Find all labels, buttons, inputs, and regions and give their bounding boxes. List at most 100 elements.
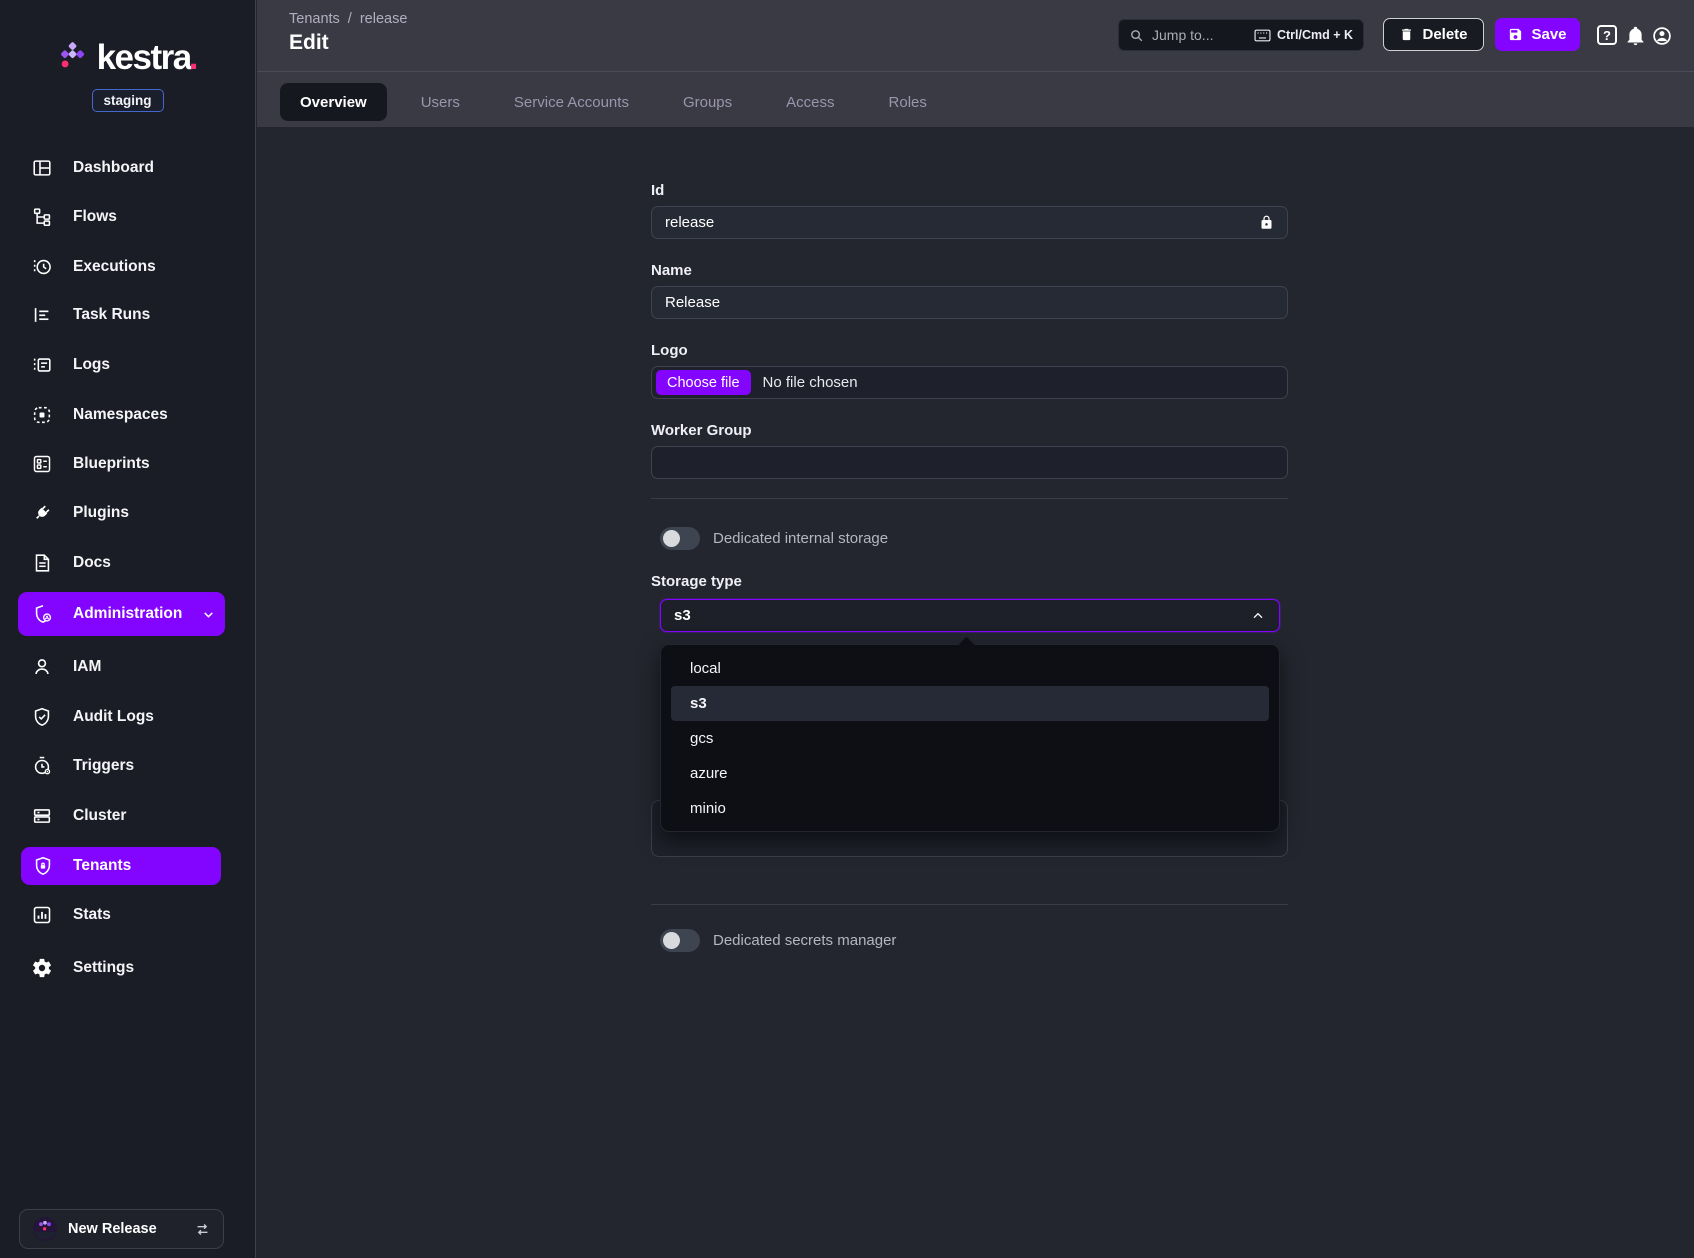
docs-icon (31, 552, 53, 574)
search-icon (1129, 28, 1144, 43)
dropdown-option-minio[interactable]: minio (671, 791, 1269, 826)
logo-label: Logo (651, 342, 688, 359)
sidebar-item-label: Audit Logs (73, 708, 154, 726)
kestra-logo[interactable]: kestra. (0, 38, 256, 78)
sidebar-item-administration[interactable]: Administration (18, 592, 225, 636)
account-icon[interactable] (1651, 25, 1673, 47)
page-title: Edit (289, 31, 329, 55)
breadcrumb-tenants[interactable]: Tenants (289, 11, 340, 27)
tab-groups[interactable]: Groups (663, 83, 752, 121)
sidebar-item-label: Administration (73, 605, 182, 623)
sidebar-item-settings[interactable]: Settings (0, 944, 256, 992)
storage-type-dropdown: local s3 gcs azure minio (660, 644, 1280, 832)
chevron-up-icon (1250, 608, 1266, 624)
sidebar-item-label: Stats (73, 906, 111, 924)
tenant-avatar (32, 1216, 58, 1242)
keyboard-icon (1254, 29, 1271, 42)
secrets-manager-toggle-row: Dedicated secrets manager (660, 929, 896, 952)
internal-storage-toggle-label: Dedicated internal storage (713, 530, 888, 547)
secrets-manager-toggle[interactable] (660, 929, 700, 952)
blueprints-icon (31, 453, 53, 475)
logo-file-input[interactable]: Choose file No file chosen (651, 366, 1288, 399)
sidebar-item-label: Flows (73, 208, 117, 226)
id-input[interactable]: release (651, 206, 1288, 239)
dropdown-option-gcs[interactable]: gcs (671, 721, 1269, 756)
sidebar-item-namespaces[interactable]: Namespaces (0, 391, 256, 439)
tab-users[interactable]: Users (401, 83, 480, 121)
breadcrumb: Tenants / release (289, 11, 407, 27)
tenants-icon (32, 855, 54, 877)
id-label: Id (651, 182, 664, 199)
logo-text: kestra (97, 38, 191, 77)
sidebar-item-plugins[interactable]: Plugins (0, 489, 256, 537)
swap-horizontal-icon (194, 1221, 211, 1238)
choose-file-button[interactable]: Choose file (656, 370, 751, 395)
triggers-icon (31, 755, 53, 777)
logs-icon (31, 354, 53, 376)
sidebar: kestra. staging Dashboard Flows Executio… (0, 0, 256, 1258)
page-header: Tenants / release Edit Overview Users Se… (257, 0, 1694, 127)
tenant-switcher-label: New Release (68, 1221, 184, 1237)
sidebar-item-audit-logs[interactable]: Audit Logs (0, 693, 256, 741)
sidebar-item-tenants[interactable]: Tenants (21, 847, 221, 885)
sidebar-item-logs[interactable]: Logs (0, 341, 256, 389)
kestra-logo-icon (58, 42, 88, 74)
settings-icon (31, 957, 53, 979)
sidebar-item-stats[interactable]: Stats (0, 891, 256, 939)
administration-icon (32, 603, 54, 625)
tab-access[interactable]: Access (766, 83, 854, 121)
tab-bar: Overview Users Service Accounts Groups A… (280, 83, 947, 121)
internal-storage-toggle[interactable] (660, 527, 700, 550)
sidebar-item-label: Settings (73, 959, 134, 977)
sidebar-item-label: IAM (73, 658, 101, 676)
save-icon (1508, 27, 1523, 42)
cluster-icon (31, 805, 53, 827)
executions-icon (31, 256, 53, 278)
sidebar-item-label: Task Runs (73, 306, 150, 324)
sidebar-item-triggers[interactable]: Triggers (0, 742, 256, 790)
delete-button[interactable]: Delete (1383, 18, 1484, 51)
tab-service-accounts[interactable]: Service Accounts (494, 83, 649, 121)
trash-icon (1399, 27, 1414, 42)
sidebar-item-executions[interactable]: Executions (0, 243, 256, 291)
tenant-switcher[interactable]: New Release (19, 1209, 224, 1249)
tab-roles[interactable]: Roles (869, 83, 947, 121)
section-divider (651, 904, 1288, 905)
sidebar-item-flows[interactable]: Flows (0, 193, 256, 241)
header-divider (257, 71, 1694, 72)
namespaces-icon (31, 404, 53, 426)
dropdown-option-azure[interactable]: azure (671, 756, 1269, 791)
storage-type-label: Storage type (651, 573, 742, 590)
save-button[interactable]: Save (1495, 18, 1580, 51)
name-label: Name (651, 262, 692, 279)
internal-storage-toggle-row: Dedicated internal storage (660, 527, 888, 550)
worker-group-input[interactable] (651, 446, 1288, 479)
dropdown-option-s3[interactable]: s3 (671, 686, 1269, 721)
sidebar-item-blueprints[interactable]: Blueprints (0, 440, 256, 488)
search-input[interactable]: Jump to... Ctrl/Cmd + K (1118, 19, 1364, 51)
stats-icon (31, 904, 53, 926)
sidebar-item-iam[interactable]: IAM (0, 643, 256, 691)
sidebar-item-cluster[interactable]: Cluster (0, 792, 256, 840)
section-divider (651, 498, 1288, 499)
search-placeholder: Jump to... (1152, 27, 1246, 43)
help-icon[interactable]: ? (1597, 25, 1617, 45)
sidebar-item-label: Logs (73, 356, 110, 374)
tab-overview[interactable]: Overview (280, 83, 387, 121)
sidebar-item-label: Tenants (73, 857, 131, 875)
sidebar-item-label: Plugins (73, 504, 129, 522)
sidebar-item-docs[interactable]: Docs (0, 539, 256, 587)
sidebar-item-label: Executions (73, 258, 156, 276)
chevron-down-icon (201, 607, 216, 622)
environment-badge: staging (91, 89, 163, 112)
sidebar-item-dashboard[interactable]: Dashboard (0, 144, 256, 192)
breadcrumb-release[interactable]: release (360, 11, 408, 27)
sidebar-item-task-runs[interactable]: Task Runs (0, 291, 256, 339)
sidebar-item-label: Triggers (73, 757, 134, 775)
sidebar-item-label: Docs (73, 554, 111, 572)
dashboard-icon (31, 157, 53, 179)
name-input[interactable]: Release (651, 286, 1288, 319)
bell-icon[interactable] (1625, 25, 1646, 46)
dropdown-option-local[interactable]: local (671, 651, 1269, 686)
storage-type-select[interactable]: s3 (660, 599, 1280, 632)
